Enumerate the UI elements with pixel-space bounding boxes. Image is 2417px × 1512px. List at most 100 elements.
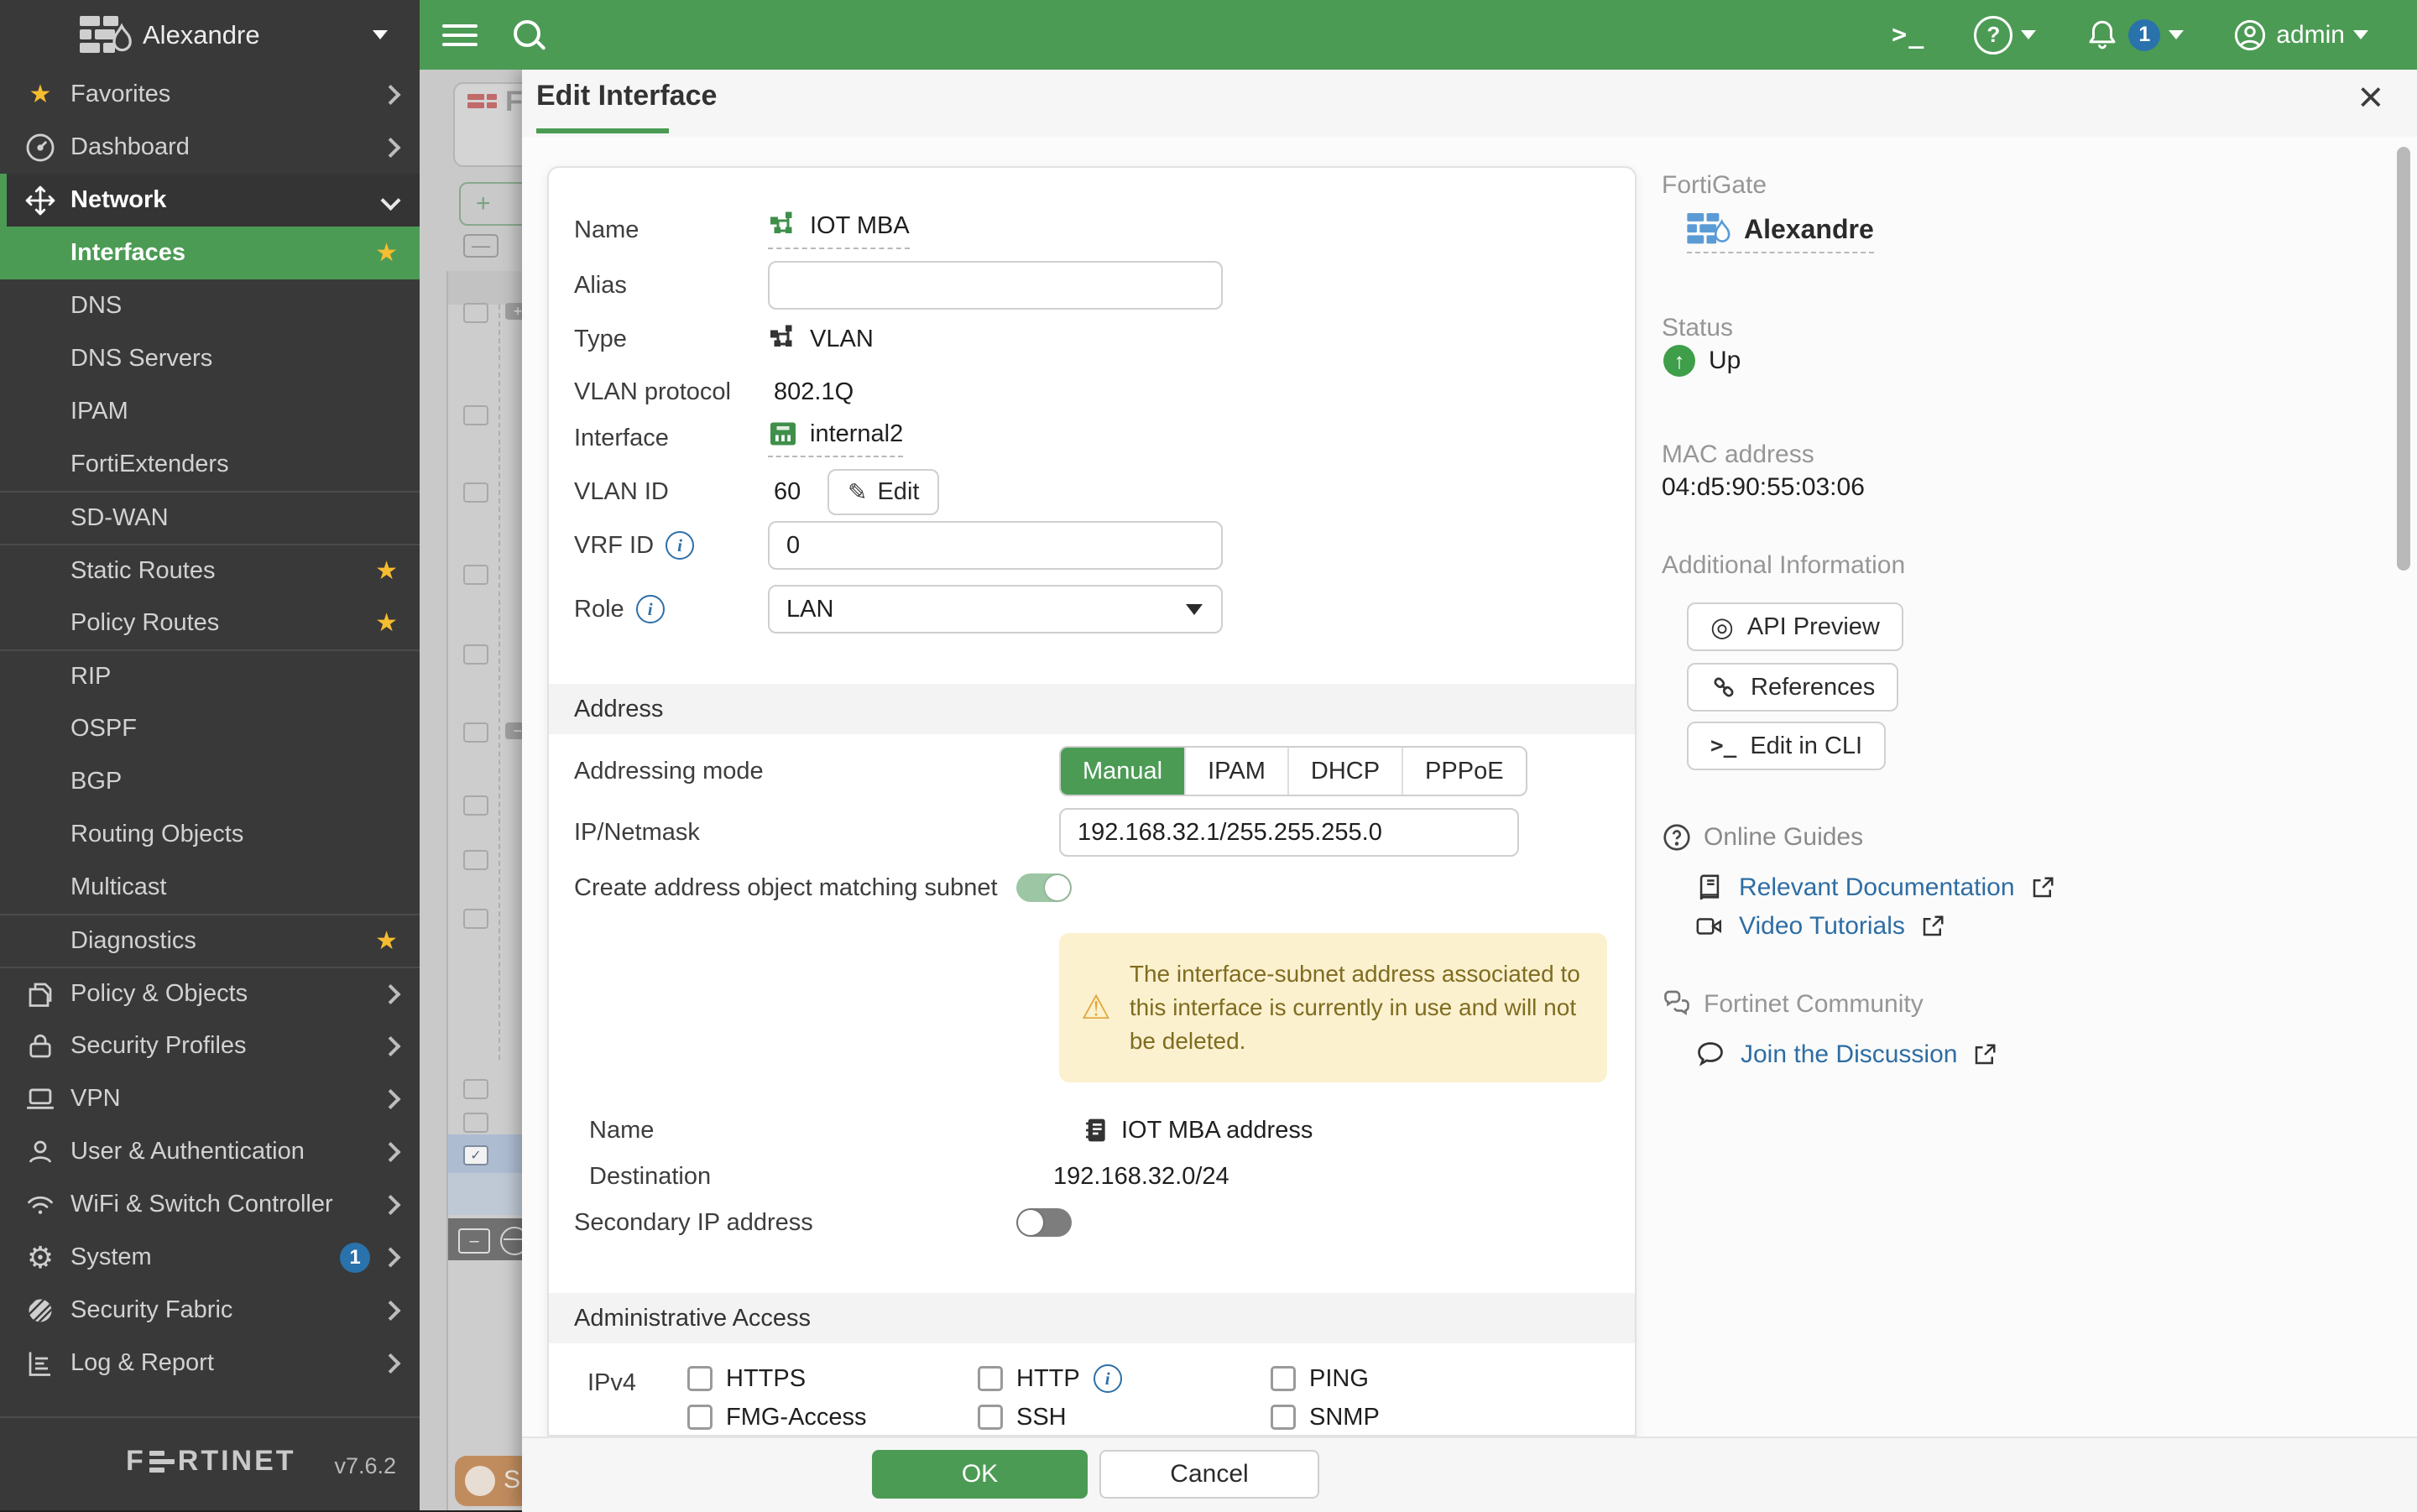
mode-ipam[interactable]: IPAM [1184, 748, 1287, 795]
checkbox[interactable] [687, 1405, 713, 1430]
help-menu[interactable]: ? [1974, 16, 2036, 55]
device-switcher[interactable]: Alexandre [0, 0, 420, 70]
sidebar-item-policy-objects[interactable]: Policy & Objects [0, 967, 420, 1019]
sidebar-item-security-profiles[interactable]: Security Profiles [0, 1019, 420, 1072]
sidebar-item-interfaces[interactable]: Interfaces★ [0, 227, 420, 279]
checkbox[interactable] [1271, 1405, 1296, 1430]
sidebar-item-dns-servers[interactable]: DNS Servers [0, 332, 420, 385]
vlan-id-edit-button[interactable]: ✎ Edit [827, 469, 939, 515]
role-label: Role [574, 596, 624, 623]
close-icon[interactable]: × [2358, 71, 2383, 123]
sidebar-item-label: WiFi & Switch Controller [70, 1191, 333, 1218]
sidebar-item-diagnostics[interactable]: Diagnostics★ [0, 914, 420, 967]
video-tutorials-link[interactable]: Video Tutorials [1695, 912, 1945, 941]
cli-icon: >_ [1892, 20, 1925, 50]
admin-access-option-snmp[interactable]: SNMP [1271, 1404, 1623, 1431]
chevron-down-icon [2353, 30, 2368, 39]
sidebar-item-user-authentication[interactable]: User & Authentication [0, 1125, 420, 1178]
type-label: Type [574, 326, 627, 353]
admin-access-option-http[interactable]: HTTPi [978, 1364, 1271, 1393]
chevron-right-icon [380, 1088, 400, 1108]
chevron-right-icon [380, 1035, 400, 1056]
sidebar-item-vpn[interactable]: VPN [0, 1072, 420, 1125]
create-address-object-label: Create address object matching subnet [574, 874, 998, 902]
vlan-protocol-label: VLAN protocol [574, 378, 731, 406]
secondary-ip-toggle[interactable] [1016, 1208, 1072, 1237]
ip-netmask-input[interactable]: 192.168.32.1/255.255.255.0 [1059, 808, 1519, 857]
notifications-menu[interactable]: 1 [2085, 18, 2184, 53]
sidebar-item-fortiextenders[interactable]: FortiExtenders [0, 438, 420, 491]
object-name-label: Name [589, 1117, 654, 1144]
chevron-right-icon [380, 84, 400, 104]
admin-access-option-ping[interactable]: PING [1271, 1365, 1623, 1393]
favorite-star-icon[interactable]: ★ [375, 929, 398, 954]
references-button[interactable]: References [1687, 663, 1898, 712]
sidebar-item-favorites[interactable]: ★Favorites [0, 68, 420, 121]
admin-access-option-ssh[interactable]: SSH [978, 1404, 1271, 1431]
sidebar-item-static-routes[interactable]: Static Routes★ [0, 544, 420, 597]
sidebar-item-dns[interactable]: DNS [0, 279, 420, 332]
sidebar-item-system[interactable]: ⚙System1 [0, 1231, 420, 1284]
fortinet-logo: F RTINET [126, 1445, 296, 1478]
sidebar-item-label: FortiExtenders [70, 451, 229, 478]
interface-value[interactable]: internal2 [768, 419, 903, 457]
edit-in-cli-button[interactable]: >_ Edit in CLI [1687, 722, 1886, 770]
sidebar-item-ipam[interactable]: IPAM [0, 385, 420, 438]
admin-access-section-header: Administrative Access [549, 1293, 1635, 1343]
admin-access-option-fmg-access[interactable]: FMG-Access [687, 1404, 978, 1431]
checkbox[interactable] [978, 1405, 1003, 1430]
favorite-star-icon[interactable]: ★ [375, 241, 398, 266]
search-icon[interactable] [512, 18, 546, 52]
hamburger-menu-icon[interactable] [442, 18, 478, 50]
alias-input[interactable] [768, 261, 1223, 310]
role-select[interactable]: LAN [768, 585, 1223, 633]
favorite-star-icon[interactable]: ★ [375, 611, 398, 636]
checkbox[interactable] [978, 1366, 1003, 1391]
sidebar-item-rip[interactable]: RIP [0, 649, 420, 702]
cli-console-button[interactable]: >_ [1892, 20, 1925, 50]
sidebar-item-multicast[interactable]: Multicast [0, 861, 420, 914]
join-discussion-link[interactable]: Join the Discussion [1695, 1040, 1997, 1070]
sidebar-item-sd-wan[interactable]: SD-WAN [0, 491, 420, 544]
info-icon[interactable]: i [666, 531, 694, 560]
create-address-object-toggle[interactable] [1016, 873, 1072, 902]
checkbox[interactable] [687, 1366, 713, 1391]
mode-pppoe[interactable]: PPPoE [1402, 748, 1526, 795]
sidebar-item-network[interactable]: Network [0, 174, 420, 227]
mode-dhcp[interactable]: DHCP [1287, 748, 1402, 795]
sidebar-item-log-report[interactable]: Log & Report [0, 1337, 420, 1389]
eye-icon: ◎ [1710, 611, 1734, 643]
name-value[interactable]: IOT MBA [768, 211, 910, 249]
relevant-documentation-link[interactable]: Relevant Documentation [1695, 873, 2055, 902]
favorite-star-icon[interactable]: ★ [375, 559, 398, 584]
mode-manual[interactable]: Manual [1061, 748, 1184, 795]
vlan-protocol-value: 802.1Q [774, 378, 854, 406]
sidebar-item-routing-objects[interactable]: Routing Objects [0, 808, 420, 861]
cancel-button[interactable]: Cancel [1099, 1450, 1319, 1499]
info-icon[interactable]: i [1094, 1364, 1122, 1393]
star-icon: ★ [29, 82, 52, 107]
sidebar-item-policy-routes[interactable]: Policy Routes★ [0, 597, 420, 649]
admin-menu[interactable]: admin [2232, 18, 2368, 53]
sidebar-menu: ★FavoritesDashboardNetworkInterfaces★DNS… [0, 68, 420, 1389]
question-circle-icon [1662, 822, 1692, 852]
api-preview-button[interactable]: ◎ API Preview [1687, 602, 1903, 651]
info-icon[interactable]: i [636, 595, 665, 623]
fortigate-name[interactable]: Alexandre [1687, 213, 1874, 253]
sidebar-item-security-fabric[interactable]: Security Fabric [0, 1284, 420, 1337]
admin-access-option-https[interactable]: HTTPS [687, 1365, 978, 1393]
scrollbar[interactable] [2397, 147, 2410, 571]
topbar: >_ ? 1 admin [420, 0, 2417, 70]
sidebar-item-wifi-switch-controller[interactable]: WiFi & Switch Controller [0, 1178, 420, 1231]
sidebar-item-label: Security Profiles [70, 1032, 247, 1060]
mac-label: MAC address [1662, 441, 1814, 469]
sidebar-item-label: SD-WAN [70, 504, 169, 532]
vrf-id-input[interactable]: 0 [768, 521, 1223, 570]
sidebar-item-bgp[interactable]: BGP [0, 755, 420, 808]
name-label: Name [574, 216, 639, 244]
sidebar-item-ospf[interactable]: OSPF [0, 702, 420, 755]
ok-button[interactable]: OK [872, 1450, 1088, 1499]
fortinet-bricks-icon [467, 94, 498, 109]
sidebar-item-dashboard[interactable]: Dashboard [0, 121, 420, 174]
checkbox[interactable] [1271, 1366, 1296, 1391]
